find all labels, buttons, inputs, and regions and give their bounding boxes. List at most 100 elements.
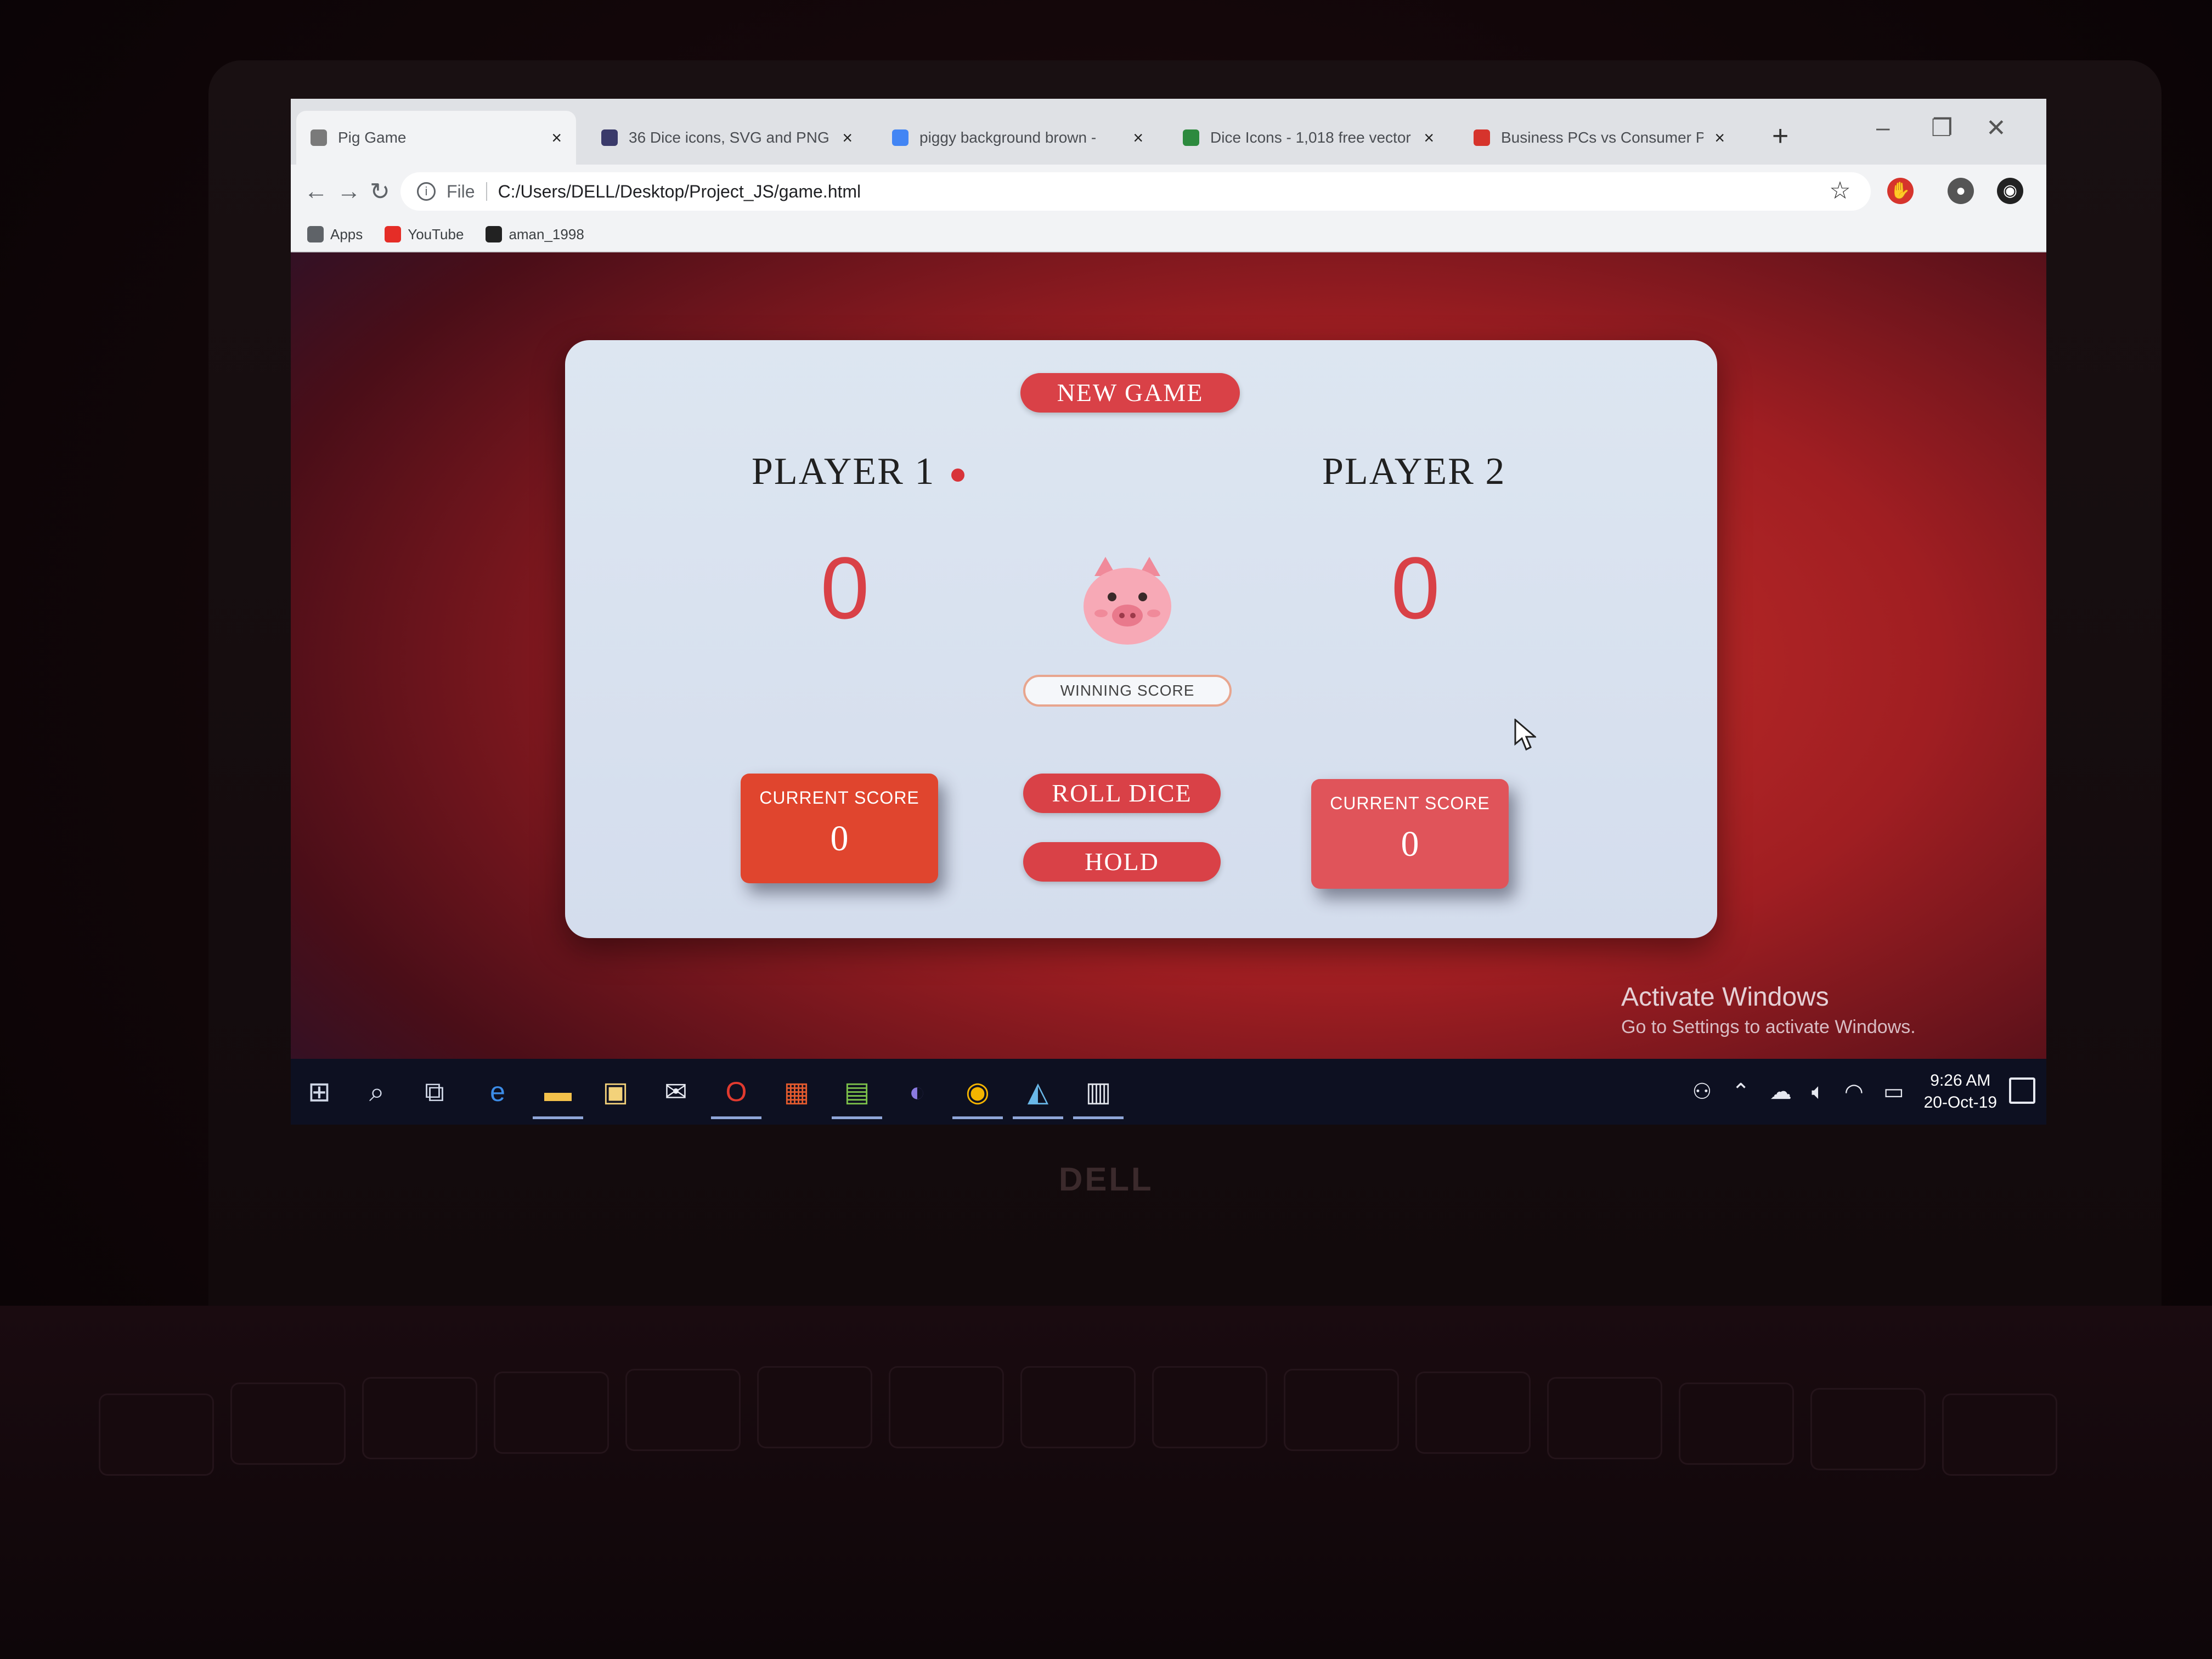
tab-close-icon[interactable]: × <box>1133 128 1143 148</box>
store-icon[interactable]: ▣ <box>598 1074 633 1109</box>
pig-icon <box>1084 557 1171 645</box>
keyboard-key <box>1152 1366 1267 1448</box>
battery-icon[interactable]: ▭ <box>1883 1079 1904 1104</box>
laptop-keyboard <box>0 1306 2212 1659</box>
keyboard-key <box>889 1366 1004 1448</box>
wifi-icon[interactable]: ◠ <box>1844 1079 1864 1104</box>
youtube-icon <box>385 226 402 242</box>
tab-dice-icons-vector[interactable]: Dice Icons - 1,018 free vector × <box>1169 111 1448 165</box>
keyboard-key <box>230 1383 346 1465</box>
github-icon <box>486 226 503 242</box>
tab-favicon <box>1474 129 1490 146</box>
player-2-current-score-box: CURRENT SCORE 0 <box>1311 779 1509 889</box>
profile-avatar[interactable]: ● <box>1948 178 1974 204</box>
url-separator <box>486 182 487 201</box>
bookmarks-bar: Apps YouTube aman_1998 <box>291 217 2046 252</box>
tab-favicon <box>311 129 327 146</box>
player-1-current-score-box: CURRENT SCORE 0 <box>741 774 938 883</box>
tab-close-icon[interactable]: × <box>842 128 853 148</box>
mail-icon[interactable]: ✉ <box>658 1074 693 1109</box>
notepad-icon[interactable]: ▤ <box>832 1074 882 1119</box>
minimize-icon[interactable]: – <box>1876 114 1889 142</box>
tab-favicon <box>1183 129 1199 146</box>
forward-icon[interactable]: → <box>337 178 361 205</box>
tab-title: Dice Icons - 1,018 free vector <box>1210 129 1411 146</box>
tab-piggy-background[interactable]: piggy background brown - × <box>878 111 1158 165</box>
roll-dice-button[interactable]: ROLL DICE <box>1023 774 1221 813</box>
tab-pig-game[interactable]: Pig Game × <box>296 111 576 165</box>
keyboard-key <box>1020 1366 1136 1448</box>
keyboard-key <box>494 1372 609 1454</box>
player-1-panel: PLAYER 1 <box>752 450 965 494</box>
tab-close-icon[interactable]: × <box>1714 128 1725 148</box>
office-icon[interactable]: ▦ <box>779 1074 814 1109</box>
tab-title: piggy background brown - <box>919 129 1097 146</box>
close-window-icon[interactable]: ✕ <box>1986 114 2006 142</box>
people-icon[interactable]: ⚇ <box>1692 1079 1712 1104</box>
chevron-up-icon[interactable]: ⌃ <box>1731 1079 1750 1104</box>
task-view-icon[interactable]: ⧉ <box>417 1074 452 1109</box>
keyboard-key <box>362 1377 477 1459</box>
opera-icon[interactable]: O <box>711 1074 761 1119</box>
activate-windows-title: Activate Windows <box>1621 983 1829 1012</box>
tab-favicon <box>892 129 909 146</box>
onedrive-icon[interactable]: ☁ <box>1770 1079 1792 1104</box>
tab-dice-icons-svg[interactable]: 36 Dice icons, SVG and PNG | × <box>587 111 867 165</box>
menu-icon[interactable]: ◉ <box>1997 178 2023 204</box>
keyboard-key <box>1810 1388 1926 1470</box>
calculator-icon[interactable]: ▥ <box>1073 1074 1124 1119</box>
bookmark-youtube[interactable]: YouTube <box>385 226 464 243</box>
keyboard-key <box>1679 1383 1794 1465</box>
bookmark-github[interactable]: aman_1998 <box>486 226 584 243</box>
activate-windows-watermark: Activate Windows Go to Settings to activ… <box>1621 982 1916 1038</box>
system-tray: ⚇ ⌃ ☁ 🔈︎ ◠ ▭ 9:26 AM 20-Oct-19 <box>1692 1070 1997 1114</box>
file-explorer-icon[interactable]: ▬ <box>533 1074 583 1119</box>
taskbar-clock[interactable]: 9:26 AM 20-Oct-19 <box>1924 1070 1997 1114</box>
tab-title: Pig Game <box>338 129 407 146</box>
new-game-button[interactable]: NEW GAME <box>1020 373 1240 413</box>
tab-close-icon[interactable]: × <box>551 128 562 148</box>
bookmark-label: YouTube <box>408 225 464 242</box>
keyboard-key <box>625 1369 741 1451</box>
new-tab-button[interactable]: + <box>1772 120 1788 153</box>
player-2-total-score: 0 <box>1391 539 1440 637</box>
keyboard-key <box>1284 1369 1399 1451</box>
tab-strip: Pig Game × 36 Dice icons, SVG and PNG | … <box>291 99 2046 165</box>
game-panel: NEW GAME PLAYER 1 PLAYER 2 0 0 CURRENT S… <box>565 340 1717 938</box>
search-icon[interactable]: ⌕ <box>359 1074 394 1109</box>
back-icon[interactable]: ← <box>304 178 328 205</box>
player-1-name: PLAYER 1 <box>752 450 935 493</box>
notification-center-icon[interactable] <box>2009 1077 2035 1104</box>
url-text: C:/Users/DELL/Desktop/Project_JS/game.ht… <box>498 181 861 201</box>
keyboard-key <box>1547 1377 1662 1459</box>
edge-icon[interactable]: e <box>480 1074 515 1109</box>
eclipse-icon[interactable]: ◐ <box>900 1074 935 1109</box>
bookmark-apps[interactable]: Apps <box>307 226 363 243</box>
chrome-icon[interactable]: ◉ <box>952 1074 1003 1119</box>
active-player-dot <box>951 468 965 482</box>
player-1-current-score: 0 <box>830 819 849 859</box>
tab-close-icon[interactable]: × <box>1424 128 1434 148</box>
winning-score-input[interactable] <box>1023 675 1232 707</box>
apps-grid-icon <box>307 226 324 242</box>
tab-title: 36 Dice icons, SVG and PNG | <box>629 129 832 146</box>
tab-title: Business PCs vs Consumer PC: <box>1501 129 1704 146</box>
volume-icon[interactable]: 🔈︎ <box>1812 1080 1825 1104</box>
activate-windows-subtitle: Go to Settings to activate Windows. <box>1621 1017 1916 1037</box>
tab-business-pcs[interactable]: Business PCs vs Consumer PC: × <box>1459 111 1739 165</box>
address-bar[interactable]: i File C:/Users/DELL/Desktop/Project_JS/… <box>400 172 1871 211</box>
extension-icon[interactable]: ✋ <box>1887 178 1914 204</box>
keyboard-key <box>1415 1372 1531 1454</box>
paint-icon[interactable]: ◭ <box>1013 1074 1063 1119</box>
player-2-name: PLAYER 2 <box>1322 450 1506 493</box>
screen: Pig Game × 36 Dice icons, SVG and PNG | … <box>291 99 2046 1125</box>
hold-button[interactable]: HOLD <box>1023 842 1221 882</box>
reload-icon[interactable]: ↻ <box>370 178 390 206</box>
start-icon[interactable]: ⊞ <box>302 1074 337 1109</box>
info-icon[interactable]: i <box>417 182 436 201</box>
clock-date: 20-Oct-19 <box>1923 1093 1997 1111</box>
bookmark-star-icon[interactable]: ☆ <box>1827 178 1853 204</box>
bookmark-label: Apps <box>330 225 363 242</box>
restore-icon[interactable]: ❐ <box>1931 114 1953 142</box>
dell-logo: DELL <box>1059 1161 1154 1198</box>
